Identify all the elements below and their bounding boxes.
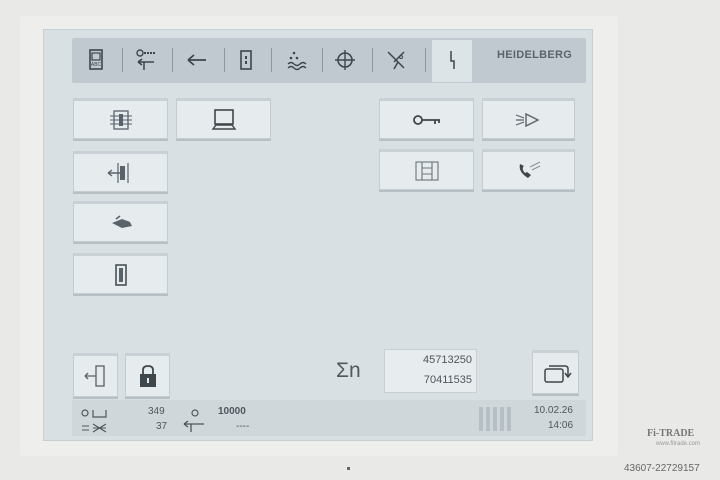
tab-door[interactable]: [229, 44, 263, 76]
tab-separator: [224, 48, 225, 72]
document-icon: ABC: [89, 49, 103, 70]
service-icon: [450, 51, 455, 69]
phone-button[interactable]: [482, 149, 575, 190]
watermark-logo: Fi-TRADE: [647, 428, 695, 439]
lamp-icon: [515, 112, 540, 127]
brand-logo: HEIDELBERG: [497, 49, 573, 61]
cycle-icon: [543, 365, 572, 383]
tab-separator: [172, 48, 173, 72]
lamp-button[interactable]: [482, 98, 575, 139]
diagram-button[interactable]: [379, 149, 474, 190]
target-bottom: ----: [236, 421, 250, 432]
key-icon: [412, 114, 440, 125]
device-settings-button[interactable]: [73, 98, 168, 139]
exit-button[interactable]: [73, 353, 118, 397]
hand-button[interactable]: [73, 201, 168, 242]
tab-feeder-setup[interactable]: [129, 44, 163, 76]
device-settings-icon: [109, 109, 132, 130]
tab-separator: [322, 48, 323, 72]
tab-separator: [425, 48, 426, 72]
svg-text:ABC: ABC: [91, 62, 102, 68]
status-date: 10.02.26: [534, 405, 573, 416]
feeder-setup-icon: [136, 49, 156, 70]
status-indicator-bars: [479, 407, 513, 431]
monitor-button[interactable]: [176, 98, 271, 139]
status-time: 14:06: [548, 420, 574, 431]
tab-service[interactable]: [435, 44, 469, 76]
tab-registration[interactable]: [328, 44, 362, 76]
cycle-button[interactable]: [532, 350, 579, 394]
watermark-id: 43607-22729157: [624, 463, 700, 474]
feeder-entry-button[interactable]: [73, 151, 168, 192]
feeder-entry-icon: [107, 162, 129, 183]
tab-separator: [372, 48, 373, 72]
tab-dampening[interactable]: [280, 44, 314, 76]
arrow-left-icon: [187, 54, 206, 66]
dampening-icon: [287, 51, 307, 71]
panel-icon: [114, 263, 127, 286]
key-button[interactable]: [379, 98, 474, 139]
lock-button[interactable]: [125, 353, 170, 397]
count-bottom: 37: [156, 421, 168, 432]
watermark-site: www.fitrade.com: [656, 441, 701, 447]
counter-value-2: 70411535: [423, 374, 472, 386]
tab-back[interactable]: [180, 44, 214, 76]
scissors-icon: [387, 51, 405, 70]
registration-crosshair-icon: [335, 50, 355, 70]
count-top: 349: [148, 406, 165, 417]
target-top: 10000: [218, 406, 246, 417]
lock-icon: [139, 365, 156, 387]
feeder-target-icon: [183, 409, 204, 432]
diagram-icon: [414, 160, 439, 181]
monitor-icon: [211, 108, 236, 130]
phone-icon: [519, 161, 540, 178]
tab-scissors[interactable]: [379, 44, 413, 76]
counter-value-1: 45713250: [423, 354, 472, 366]
total-counter: 45713250 70411535: [384, 349, 477, 393]
hand-icon: [111, 214, 132, 228]
exit-icon: [84, 365, 105, 387]
total-count-label: Σn: [336, 359, 361, 382]
sheet-counter-icon: [81, 409, 107, 433]
tab-separator: [122, 48, 123, 72]
panel-button[interactable]: [73, 253, 168, 294]
door-icon: [240, 50, 252, 70]
tab-separator: [271, 48, 272, 72]
tab-document[interactable]: ABC: [79, 44, 113, 76]
dust-dot: [347, 467, 350, 470]
